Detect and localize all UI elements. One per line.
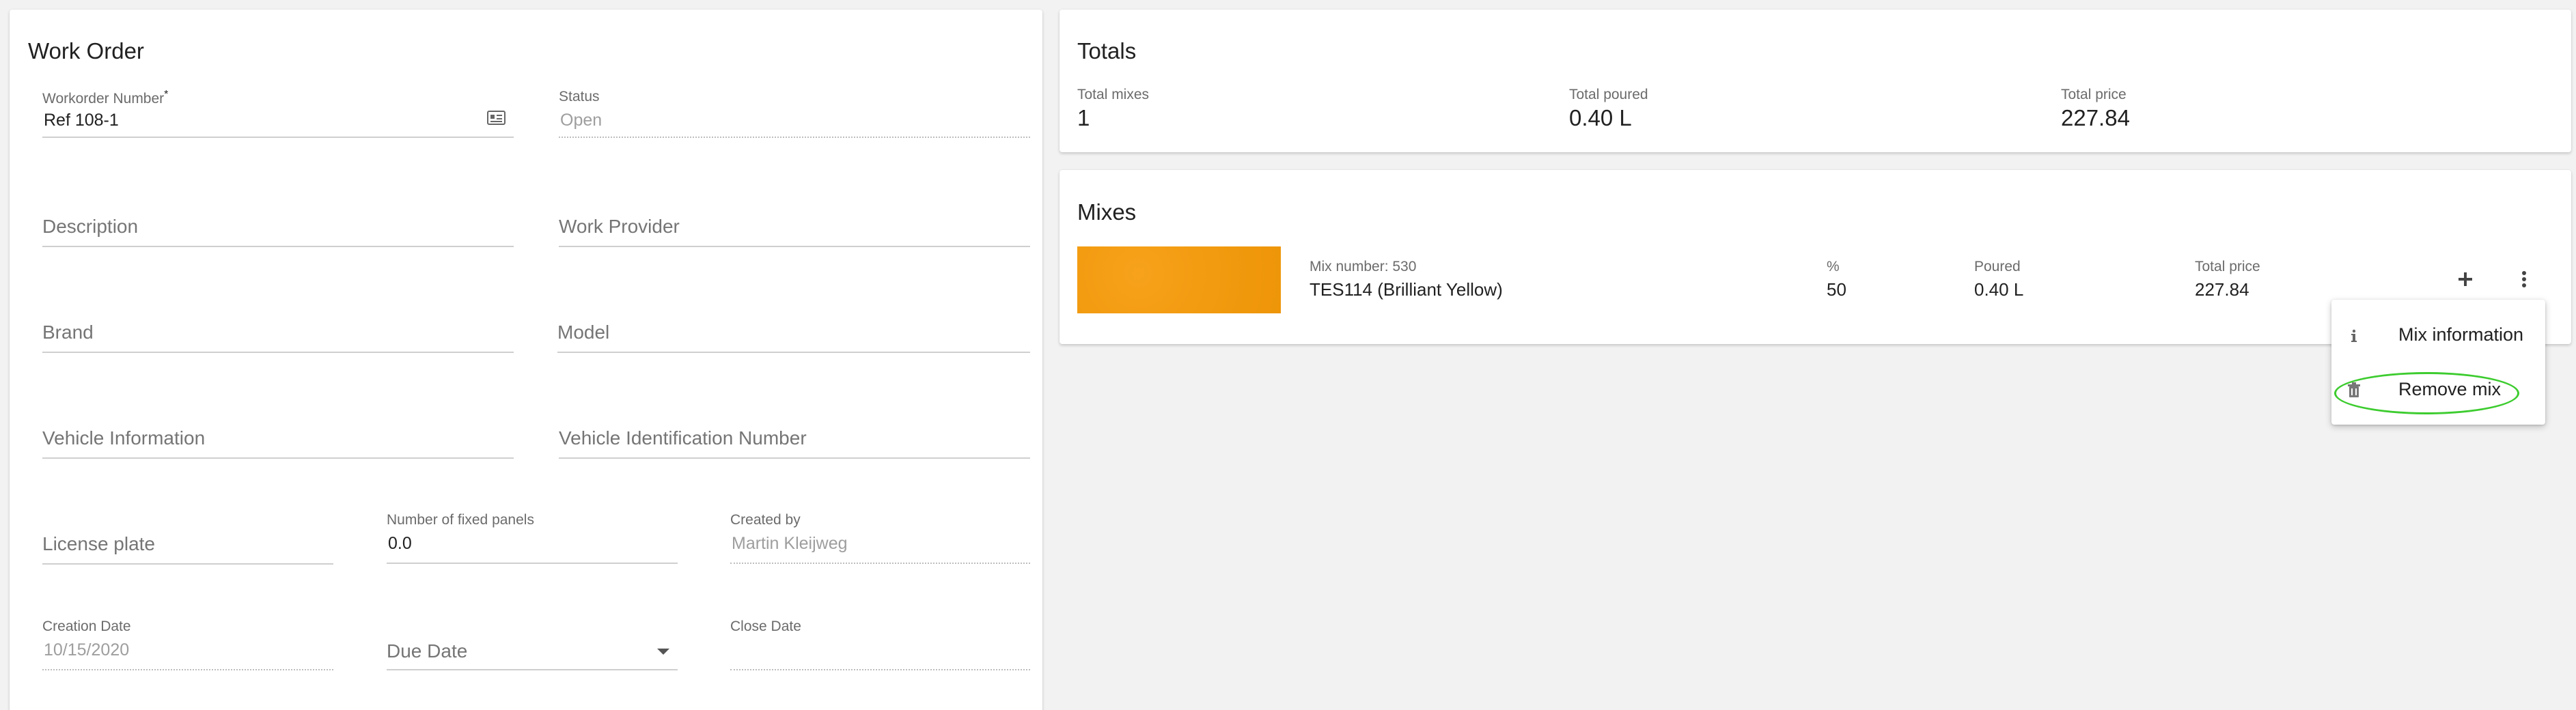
status-field: Status Open — [559, 89, 1030, 152]
fixed-panels-field[interactable]: Number of fixed panels 0.0 — [387, 512, 678, 575]
created-by-underline — [730, 563, 1030, 564]
created-by-label: Created by — [730, 512, 801, 528]
due-date-select[interactable]: Due Date — [387, 639, 678, 681]
brand-placeholder[interactable]: Brand — [42, 322, 94, 343]
brand-underline — [42, 352, 514, 353]
more-options-button[interactable] — [2510, 266, 2538, 293]
model-underline — [557, 352, 1030, 353]
license-plate-placeholder[interactable]: License plate — [42, 533, 155, 555]
fixed-panels-underline — [387, 563, 678, 564]
id-card-icon[interactable] — [487, 111, 505, 125]
description-field[interactable]: Description — [42, 216, 514, 257]
work-provider-placeholder[interactable]: Work Provider — [559, 216, 680, 238]
mix-poured-value: 0.40 L — [1974, 279, 2024, 300]
created-by-value: Martin Kleijweg — [732, 534, 848, 553]
creation-date-field: Creation Date 10/15/2020 — [42, 619, 333, 681]
fixed-panels-value[interactable]: 0.0 — [388, 534, 412, 554]
totals-card: Totals Total mixes 1 Total poured 0.40 L… — [1060, 10, 2571, 152]
license-plate-field[interactable]: License plate — [42, 533, 333, 574]
total-poured-value: 0.40 L — [1569, 105, 1632, 130]
total-mixes-value: 1 — [1077, 105, 1090, 130]
vin-field[interactable]: Vehicle Identification Number — [559, 427, 1030, 468]
total-price-label: Total price — [2061, 87, 2127, 102]
close-date-label: Close Date — [730, 619, 801, 634]
due-date-placeholder[interactable]: Due Date — [387, 640, 467, 662]
total-mixes-label: Total mixes — [1077, 87, 1150, 102]
creation-date-value: 10/15/2020 — [44, 640, 130, 659]
workorder-number-field[interactable]: Workorder Number* Ref 108-1 — [42, 89, 514, 152]
brand-field[interactable]: Brand — [42, 322, 514, 363]
menu-item-remove-mix-label: Remove mix — [2398, 379, 2502, 399]
model-placeholder[interactable]: Model — [557, 322, 609, 343]
mixes-title: Mixes — [1077, 199, 1137, 225]
status-underline — [559, 137, 1030, 138]
mix-percent-label: % — [1827, 259, 1840, 274]
plus-icon — [2459, 272, 2472, 286]
info-icon — [2351, 329, 2357, 342]
menu-item-mix-information[interactable]: Mix information — [2331, 309, 2545, 361]
mix-price-label: Total price — [2195, 259, 2260, 274]
menu-item-remove-mix[interactable]: Remove mix — [2331, 364, 2545, 416]
mix-poured-label: Poured — [1974, 259, 2021, 274]
status-value: Open — [560, 111, 603, 130]
mix-name: TES114 (Brilliant Yellow) — [1310, 279, 1503, 300]
workorder-number-underline — [42, 137, 514, 138]
add-mix-button[interactable] — [2452, 266, 2479, 293]
created-by-field: Created by Martin Kleijweg — [730, 512, 1030, 575]
vehicle-information-placeholder[interactable]: Vehicle Information — [42, 427, 205, 449]
vehicle-information-field[interactable]: Vehicle Information — [42, 427, 514, 468]
mix-number-label: Mix number: 530 — [1310, 259, 1417, 274]
description-underline — [42, 246, 514, 247]
license-plate-underline — [42, 563, 333, 565]
work-order-card: Work Order Workorder Number* Ref 108-1 S… — [10, 10, 1042, 710]
menu-item-mix-information-label: Mix information — [2398, 324, 2524, 345]
mix-context-menu: Mix information Remove mix — [2331, 300, 2545, 425]
work-order-title: Work Order — [28, 38, 144, 63]
mix-percent-value: 50 — [1827, 279, 1846, 300]
total-poured-label: Total poured — [1569, 87, 1648, 102]
creation-date-underline — [42, 669, 333, 670]
model-field[interactable]: Model — [557, 322, 1030, 363]
vin-placeholder[interactable]: Vehicle Identification Number — [559, 427, 807, 449]
more-vert-icon — [2522, 271, 2526, 287]
mix-color-swatch — [1077, 246, 1281, 313]
creation-date-label: Creation Date — [42, 619, 131, 634]
total-price-value: 227.84 — [2061, 105, 2130, 130]
mix-price-value: 227.84 — [2195, 279, 2249, 300]
close-date-underline — [730, 669, 1030, 670]
vehicle-information-underline — [42, 457, 514, 459]
status-label: Status — [559, 89, 600, 104]
due-date-underline — [387, 669, 678, 670]
workorder-number-value[interactable]: Ref 108-1 — [44, 111, 119, 130]
totals-title: Totals — [1077, 38, 1137, 63]
workorder-number-label: Workorder Number* — [42, 89, 169, 106]
trash-icon — [2348, 382, 2360, 397]
vin-underline — [559, 457, 1030, 459]
work-provider-underline — [559, 246, 1030, 247]
caret-down-icon[interactable] — [657, 649, 669, 655]
description-placeholder[interactable]: Description — [42, 216, 138, 238]
fixed-panels-label: Number of fixed panels — [387, 512, 534, 528]
work-provider-field[interactable]: Work Provider — [559, 216, 1030, 257]
close-date-field: Close Date — [730, 619, 1030, 681]
